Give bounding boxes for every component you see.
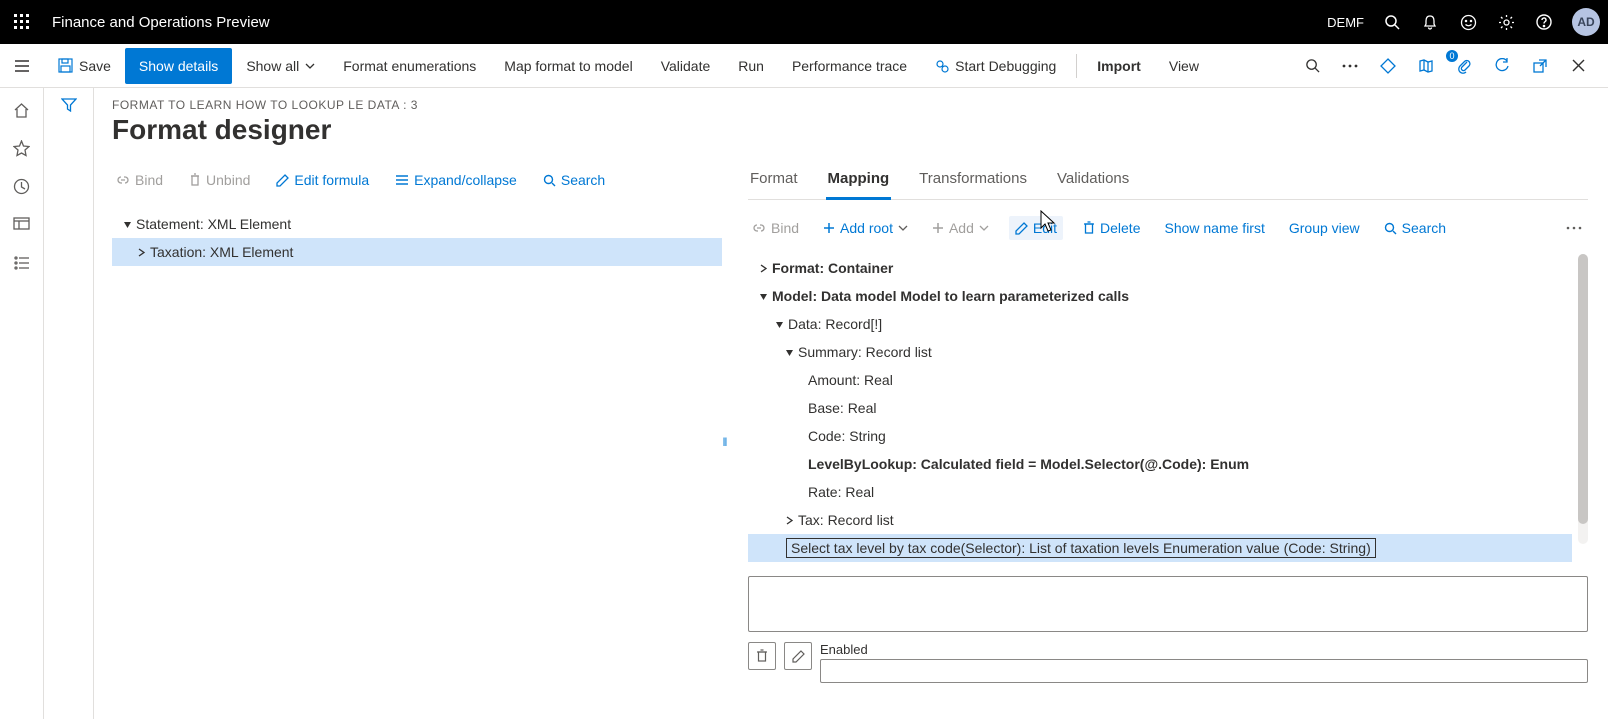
delete-small-button[interactable]: [748, 642, 776, 670]
enabled-label: Enabled: [820, 642, 1588, 657]
tree-row[interactable]: Model: Data model Model to learn paramet…: [748, 282, 1572, 310]
run-button[interactable]: Run: [724, 48, 778, 84]
add-root-button[interactable]: Add root: [819, 218, 912, 238]
tree-label: Taxation: XML Element: [150, 244, 293, 260]
view-button[interactable]: View: [1155, 48, 1213, 84]
edit-button[interactable]: Edit: [1009, 216, 1063, 240]
app-launcher-icon[interactable]: [8, 8, 36, 36]
app-title: Finance and Operations Preview: [52, 14, 270, 31]
bind-right-button[interactable]: Bind: [748, 218, 803, 238]
save-button[interactable]: Save: [44, 48, 125, 84]
caret-down-icon[interactable]: [120, 220, 134, 229]
tree-row[interactable]: Format: Container: [748, 254, 1572, 282]
diamond-icon[interactable]: [1374, 52, 1402, 80]
tree-row-selected[interactable]: Select tax level by tax code(Selector): …: [748, 534, 1572, 562]
tree-row[interactable]: Base: Real: [748, 394, 1572, 422]
caret-right-icon[interactable]: [756, 264, 770, 273]
scrollbar[interactable]: [1578, 254, 1588, 544]
bind-button[interactable]: Bind: [112, 170, 167, 190]
performance-trace-button[interactable]: Performance trace: [778, 48, 921, 84]
home-icon[interactable]: [12, 100, 32, 120]
formula-box[interactable]: [748, 576, 1588, 632]
more-icon[interactable]: [1336, 52, 1364, 80]
show-all-button[interactable]: Show all: [232, 48, 329, 84]
avatar[interactable]: AD: [1572, 8, 1600, 36]
popout-icon[interactable]: [1526, 52, 1554, 80]
map-icon[interactable]: [1412, 52, 1440, 80]
import-button[interactable]: Import: [1083, 48, 1155, 84]
delete-button[interactable]: Delete: [1079, 218, 1144, 238]
search-right-button[interactable]: Search: [1380, 218, 1450, 238]
validate-button[interactable]: Validate: [647, 48, 725, 84]
company-label[interactable]: DEMF: [1327, 15, 1364, 30]
refresh-icon[interactable]: [1488, 52, 1516, 80]
tree-row[interactable]: Amount: Real: [748, 366, 1572, 394]
pane-splitter[interactable]: ‖: [722, 164, 728, 719]
search-left-button[interactable]: Search: [539, 170, 609, 190]
group-view-button[interactable]: Group view: [1285, 218, 1364, 238]
divider: [1076, 54, 1077, 78]
save-label: Save: [79, 58, 111, 74]
tree-row[interactable]: Summary: Record list: [748, 338, 1572, 366]
caret-down-icon[interactable]: [756, 292, 770, 301]
caret-down-icon[interactable]: [782, 348, 796, 357]
tree-row[interactable]: Code: String: [748, 422, 1572, 450]
start-debugging-button[interactable]: Start Debugging: [921, 48, 1070, 84]
bell-icon[interactable]: [1420, 12, 1440, 32]
help-icon[interactable]: [1534, 12, 1554, 32]
add-button[interactable]: Add: [928, 218, 993, 238]
expand-collapse-button[interactable]: Expand/collapse: [391, 170, 521, 190]
edit-formula-button[interactable]: Edit formula: [272, 170, 373, 190]
tree-row-taxation[interactable]: Taxation: XML Element: [112, 238, 722, 266]
tree-row[interactable]: Rate: Real: [748, 478, 1572, 506]
tab-mapping[interactable]: Mapping: [826, 164, 892, 200]
tab-validations[interactable]: Validations: [1055, 164, 1131, 199]
tree-row[interactable]: LevelByLookup: Calculated field = Model.…: [748, 450, 1572, 478]
unbind-button[interactable]: Unbind: [185, 170, 254, 190]
filter-icon[interactable]: [61, 98, 77, 719]
show-details-button[interactable]: Show details: [125, 48, 232, 84]
history-icon[interactable]: [12, 176, 32, 196]
tree-row[interactable]: Tax: Record list: [748, 506, 1572, 534]
tree-row[interactable]: Data: Record[!]: [748, 310, 1572, 338]
filter-column: [44, 88, 94, 719]
search-icon[interactable]: [1382, 12, 1402, 32]
show-name-first-button[interactable]: Show name first: [1160, 218, 1268, 238]
edit-small-button[interactable]: [784, 642, 812, 670]
gear-icon[interactable]: [1496, 12, 1516, 32]
hamburger-icon[interactable]: [8, 59, 36, 73]
star-icon[interactable]: [12, 138, 32, 158]
left-nav: [0, 88, 44, 719]
caret-down-icon[interactable]: [772, 320, 786, 329]
close-icon[interactable]: [1564, 52, 1592, 80]
search-cmd-icon[interactable]: [1298, 52, 1326, 80]
smile-icon[interactable]: [1458, 12, 1478, 32]
format-enumerations-button[interactable]: Format enumerations: [329, 48, 490, 84]
breadcrumb: FORMAT TO LEARN HOW TO LOOKUP LE DATA : …: [112, 98, 1588, 112]
map-format-button[interactable]: Map format to model: [490, 48, 646, 84]
modules-icon[interactable]: [12, 252, 32, 272]
tree-label: Statement: XML Element: [136, 216, 291, 232]
tab-transformations[interactable]: Transformations: [917, 164, 1029, 199]
caret-right-icon[interactable]: [782, 516, 796, 525]
attachment-icon[interactable]: 0: [1450, 52, 1478, 80]
page-title: Format designer: [112, 114, 1588, 146]
attachment-badge: 0: [1446, 50, 1458, 62]
workspace-icon[interactable]: [12, 214, 32, 234]
tree-row-statement[interactable]: Statement: XML Element: [112, 210, 722, 238]
tab-format[interactable]: Format: [748, 164, 800, 199]
caret-right-icon[interactable]: [134, 248, 148, 257]
enabled-input[interactable]: [820, 659, 1588, 683]
more-right-icon[interactable]: [1560, 214, 1588, 242]
